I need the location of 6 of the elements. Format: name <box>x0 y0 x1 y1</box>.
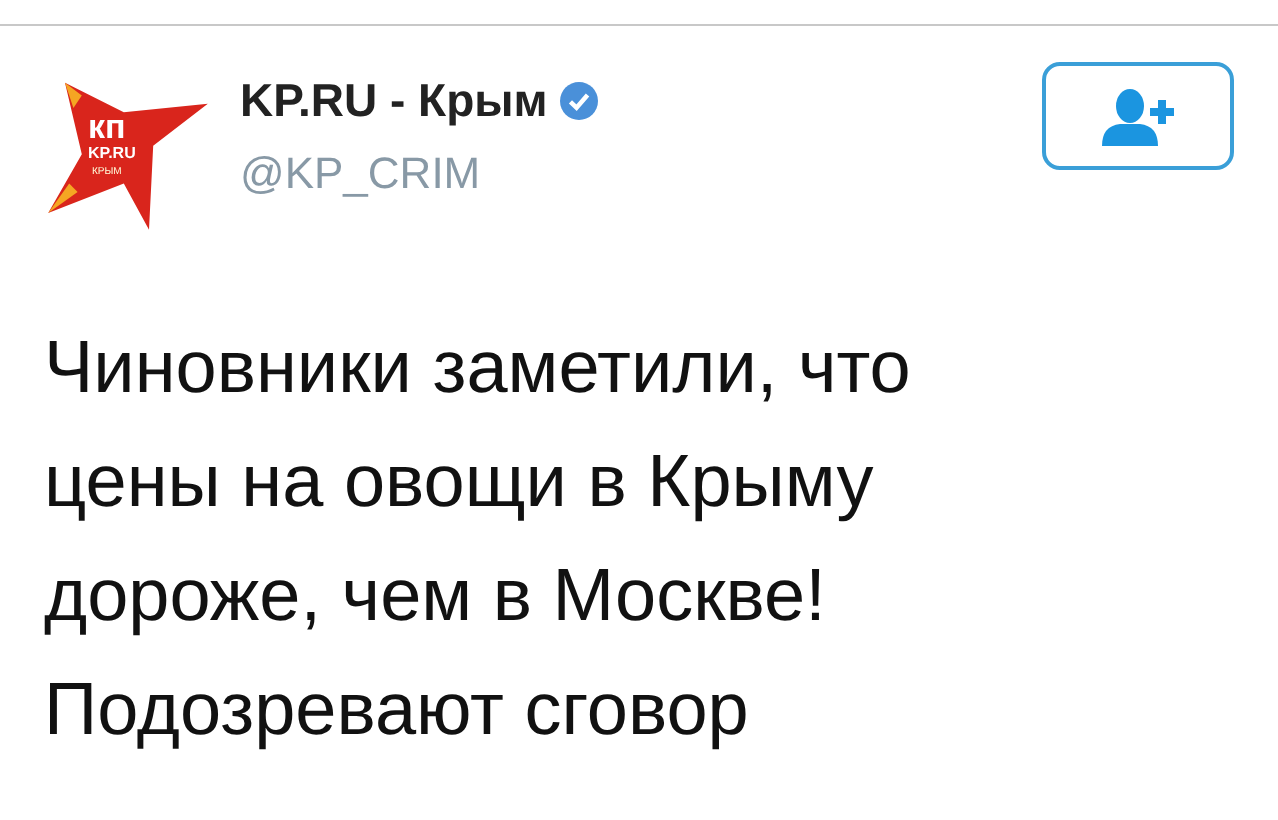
logo-text: KP.RU <box>88 146 136 162</box>
account-name: KP.RU - Крым <box>240 74 548 128</box>
logo-text: кп <box>88 110 126 144</box>
account-handle: @KP_CRIM <box>240 148 483 200</box>
follow-button[interactable] <box>1042 62 1234 170</box>
tweet-text: Чиновники заметили, что цены на овощи в Крыму дороже, чем в Москве! Подозревают сговор <box>44 324 913 754</box>
